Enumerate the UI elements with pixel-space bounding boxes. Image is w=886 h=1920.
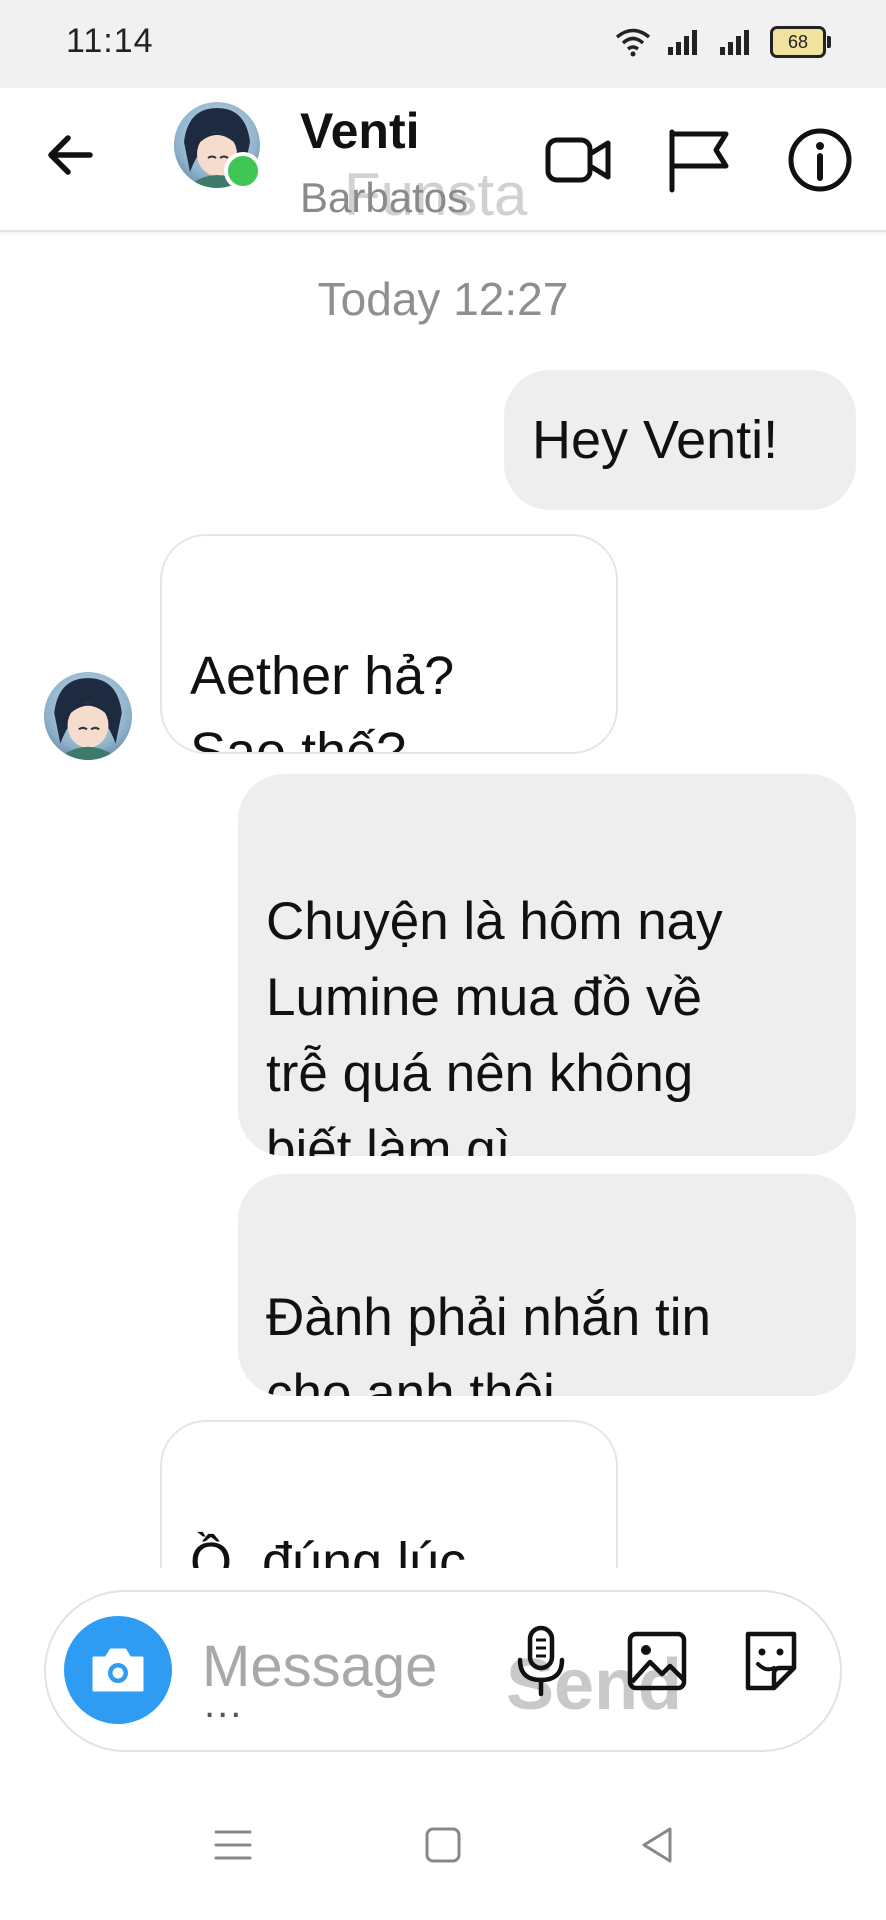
back-triangle-icon[interactable] <box>632 1820 682 1870</box>
incoming-message[interactable]: Ồ, đúng lúc lắm đó <box>160 1420 618 1568</box>
conversation-timestamp: Today 12:27 <box>317 273 569 325</box>
status-icons: 68 <box>614 26 831 58</box>
chat-header: Funsta Venti Barbatos <box>0 88 886 232</box>
incoming-message[interactable]: Aether hả? Sao thế? <box>160 534 618 754</box>
message-text: Hey Venti! <box>532 410 779 470</box>
signal-icon <box>720 30 749 55</box>
home-square-icon[interactable] <box>418 1820 468 1870</box>
menu-icon[interactable] <box>208 1820 258 1870</box>
camera-icon <box>92 1648 144 1692</box>
status-time: 11:14 <box>66 22 154 60</box>
info-icon[interactable] <box>784 124 856 196</box>
video-camera-icon[interactable] <box>542 124 614 196</box>
sender-avatar[interactable] <box>44 672 132 760</box>
system-nav-bar <box>0 1770 886 1920</box>
contact-name[interactable]: Venti <box>300 102 419 160</box>
contact-username: Barbatos <box>300 174 469 221</box>
battery-indicator: 68 <box>770 26 831 58</box>
message-text: Ồ, đúng lúc lắm đó <box>190 1532 467 1568</box>
sticker-icon[interactable] <box>736 1622 806 1702</box>
signal-icon <box>668 30 697 55</box>
message-list[interactable]: Today 12:27 Hey Venti! Aether hả? Sao th… <box>0 230 886 1568</box>
microphone-icon[interactable] <box>506 1622 576 1702</box>
contact-avatar[interactable] <box>174 102 262 190</box>
message-text: Chuyện là hôm nay Lumine mua đồ về trễ q… <box>266 892 723 1156</box>
message-text: Đành phải nhắn tin cho anh thôi <box>266 1288 711 1396</box>
message-text: Aether hả? Sao thế? <box>190 646 455 754</box>
outgoing-message[interactable]: Hey Venti! <box>504 370 856 510</box>
image-icon[interactable] <box>622 1622 692 1702</box>
outgoing-message[interactable]: Đành phải nhắn tin cho anh thôi <box>238 1174 856 1396</box>
online-status-dot <box>224 152 262 190</box>
flag-icon[interactable] <box>662 124 734 196</box>
message-composer: Send ... <box>44 1590 842 1752</box>
input-overflow-dots: ... <box>204 1682 244 1726</box>
arrow-left-icon[interactable] <box>40 124 102 186</box>
wifi-icon <box>615 28 651 57</box>
outgoing-message[interactable]: Chuyện là hôm nay Lumine mua đồ về trễ q… <box>238 774 856 1156</box>
camera-button[interactable] <box>64 1616 172 1724</box>
avatar-illustration <box>54 678 122 760</box>
status-bar: 11:14 68 <box>0 0 886 88</box>
